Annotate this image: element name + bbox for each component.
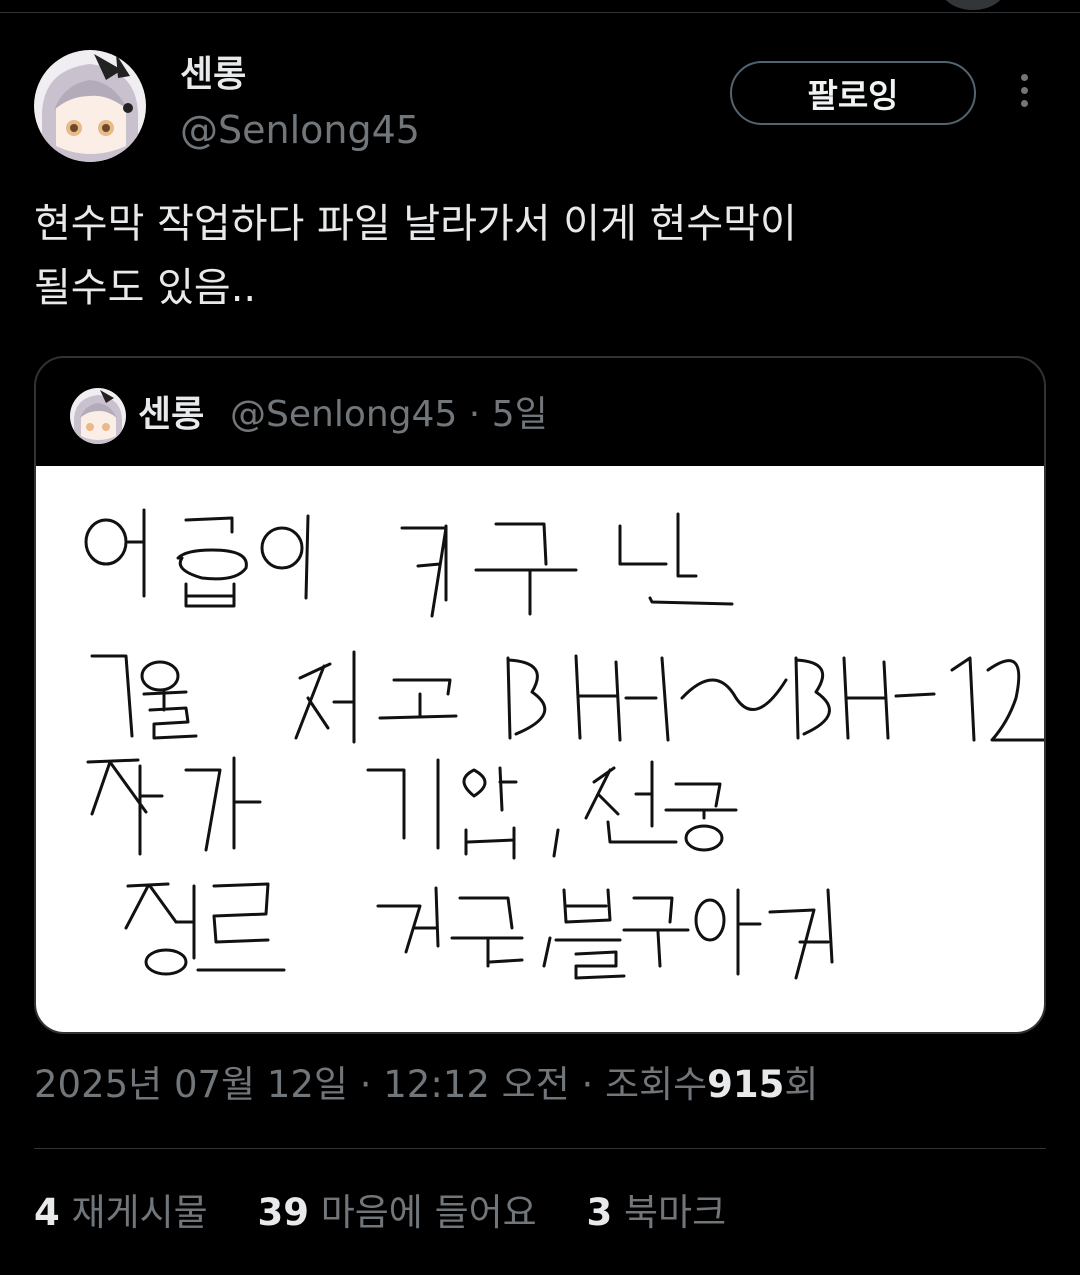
separator-dot: · (359, 1063, 372, 1106)
quoted-author-name: 센롱 (138, 394, 205, 435)
handwriting-line-1 (84, 508, 734, 618)
quoted-handwritten-image[interactable] (36, 466, 1044, 1032)
bookmarks-stat[interactable]: 3 북마크 (587, 1191, 727, 1234)
top-divider (0, 12, 1080, 13)
author-display-name[interactable]: 센롱 (180, 52, 246, 98)
top-floating-button[interactable] (940, 0, 1006, 10)
views-count: 915 (707, 1063, 785, 1106)
quoted-author-avatar (70, 388, 126, 444)
likes-stat[interactable]: 39 마음에 들어요 (257, 1191, 536, 1234)
reposts-label: 재게시물 (71, 1191, 208, 1234)
likes-count: 39 (257, 1191, 309, 1234)
likes-label: 마음에 들어요 (320, 1191, 537, 1234)
more-dots-vertical-icon[interactable] (1006, 74, 1042, 114)
tweet-date[interactable]: 2025년 07월 12일 (34, 1063, 348, 1106)
stats-divider (34, 1148, 1046, 1149)
author-avatar[interactable] (34, 50, 146, 162)
tweet-text-line: 될수도 있음.. (34, 265, 257, 311)
views-label: 조회수 (605, 1063, 708, 1106)
engagement-stats: 4 재게시물 39 마음에 들어요 3 북마크 (34, 1188, 764, 1238)
tweet-timestamp: 2025년 07월 12일 · 12:12 오전 · 조회수915회 (34, 1060, 818, 1110)
quoted-tweet-card[interactable]: 센롱 @Senlong45 · 5일 (34, 356, 1046, 1034)
tweet-text: 현수막 작업하다 파일 날라가서 이게 현수막이 될수도 있음.. (34, 192, 1044, 320)
quoted-author-handle: @Senlong45 (230, 394, 458, 435)
separator-dot: · (581, 1063, 594, 1106)
handwriting-line-2 (90, 650, 1044, 744)
quoted-tweet-age: 5일 (491, 394, 548, 435)
reposts-count: 4 (34, 1191, 60, 1234)
bookmarks-label: 북마크 (624, 1191, 727, 1234)
handwriting-line-3 (86, 756, 738, 860)
tweet-text-line: 현수막 작업하다 파일 날라가서 이게 현수막이 (34, 201, 797, 247)
reposts-stat[interactable]: 4 재게시물 (34, 1191, 208, 1234)
author-handle[interactable]: @Senlong45 (180, 106, 420, 154)
separator-dot: · (468, 394, 481, 435)
handwriting-line-4 (124, 882, 834, 980)
views-suffix: 회 (784, 1063, 819, 1106)
following-button[interactable]: 팔로잉 (730, 61, 976, 125)
bookmarks-count: 3 (586, 1191, 613, 1234)
tweet-time[interactable]: 12:12 오전 (383, 1063, 569, 1106)
quoted-handle-line: @Senlong45 · 5일 (230, 392, 548, 438)
